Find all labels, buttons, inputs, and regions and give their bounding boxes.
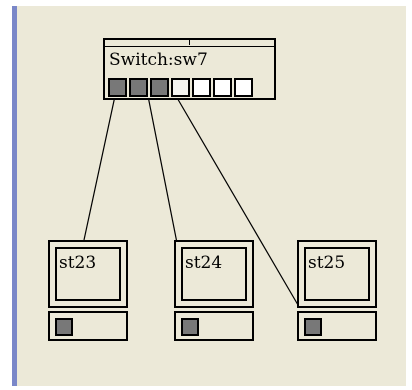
switch-port-row xyxy=(108,78,253,97)
switch-port-2[interactable] xyxy=(129,78,148,97)
station-screen: st24 xyxy=(181,247,247,301)
station-label: st24 xyxy=(185,253,223,273)
station-monitor: st23 xyxy=(48,240,128,308)
switch-port-6[interactable] xyxy=(213,78,232,97)
network-diagram-window: Switch:sw7 st23 st24 st25 xyxy=(0,0,412,390)
switch-port-5[interactable] xyxy=(192,78,211,97)
switch-port-3[interactable] xyxy=(150,78,169,97)
switch-port-7[interactable] xyxy=(234,78,253,97)
station-port-indicator xyxy=(181,318,199,336)
station-node-st25[interactable]: st25 xyxy=(297,240,377,342)
switch-node[interactable]: Switch:sw7 xyxy=(103,38,276,100)
station-node-st24[interactable]: st24 xyxy=(174,240,254,342)
station-screen: st25 xyxy=(304,247,370,301)
switch-title: Switch:sw7 xyxy=(109,50,208,70)
switch-port-4[interactable] xyxy=(171,78,190,97)
station-label: st25 xyxy=(308,253,346,273)
station-monitor: st24 xyxy=(174,240,254,308)
station-label: st23 xyxy=(59,253,97,273)
station-port-indicator xyxy=(55,318,73,336)
station-port-indicator xyxy=(304,318,322,336)
station-base xyxy=(174,311,254,341)
station-base xyxy=(48,311,128,341)
switch-top-strip xyxy=(105,38,274,47)
station-base xyxy=(297,311,377,341)
station-node-st23[interactable]: st23 xyxy=(48,240,128,342)
switch-port-1[interactable] xyxy=(108,78,127,97)
station-screen: st23 xyxy=(55,247,121,301)
station-monitor: st25 xyxy=(297,240,377,308)
